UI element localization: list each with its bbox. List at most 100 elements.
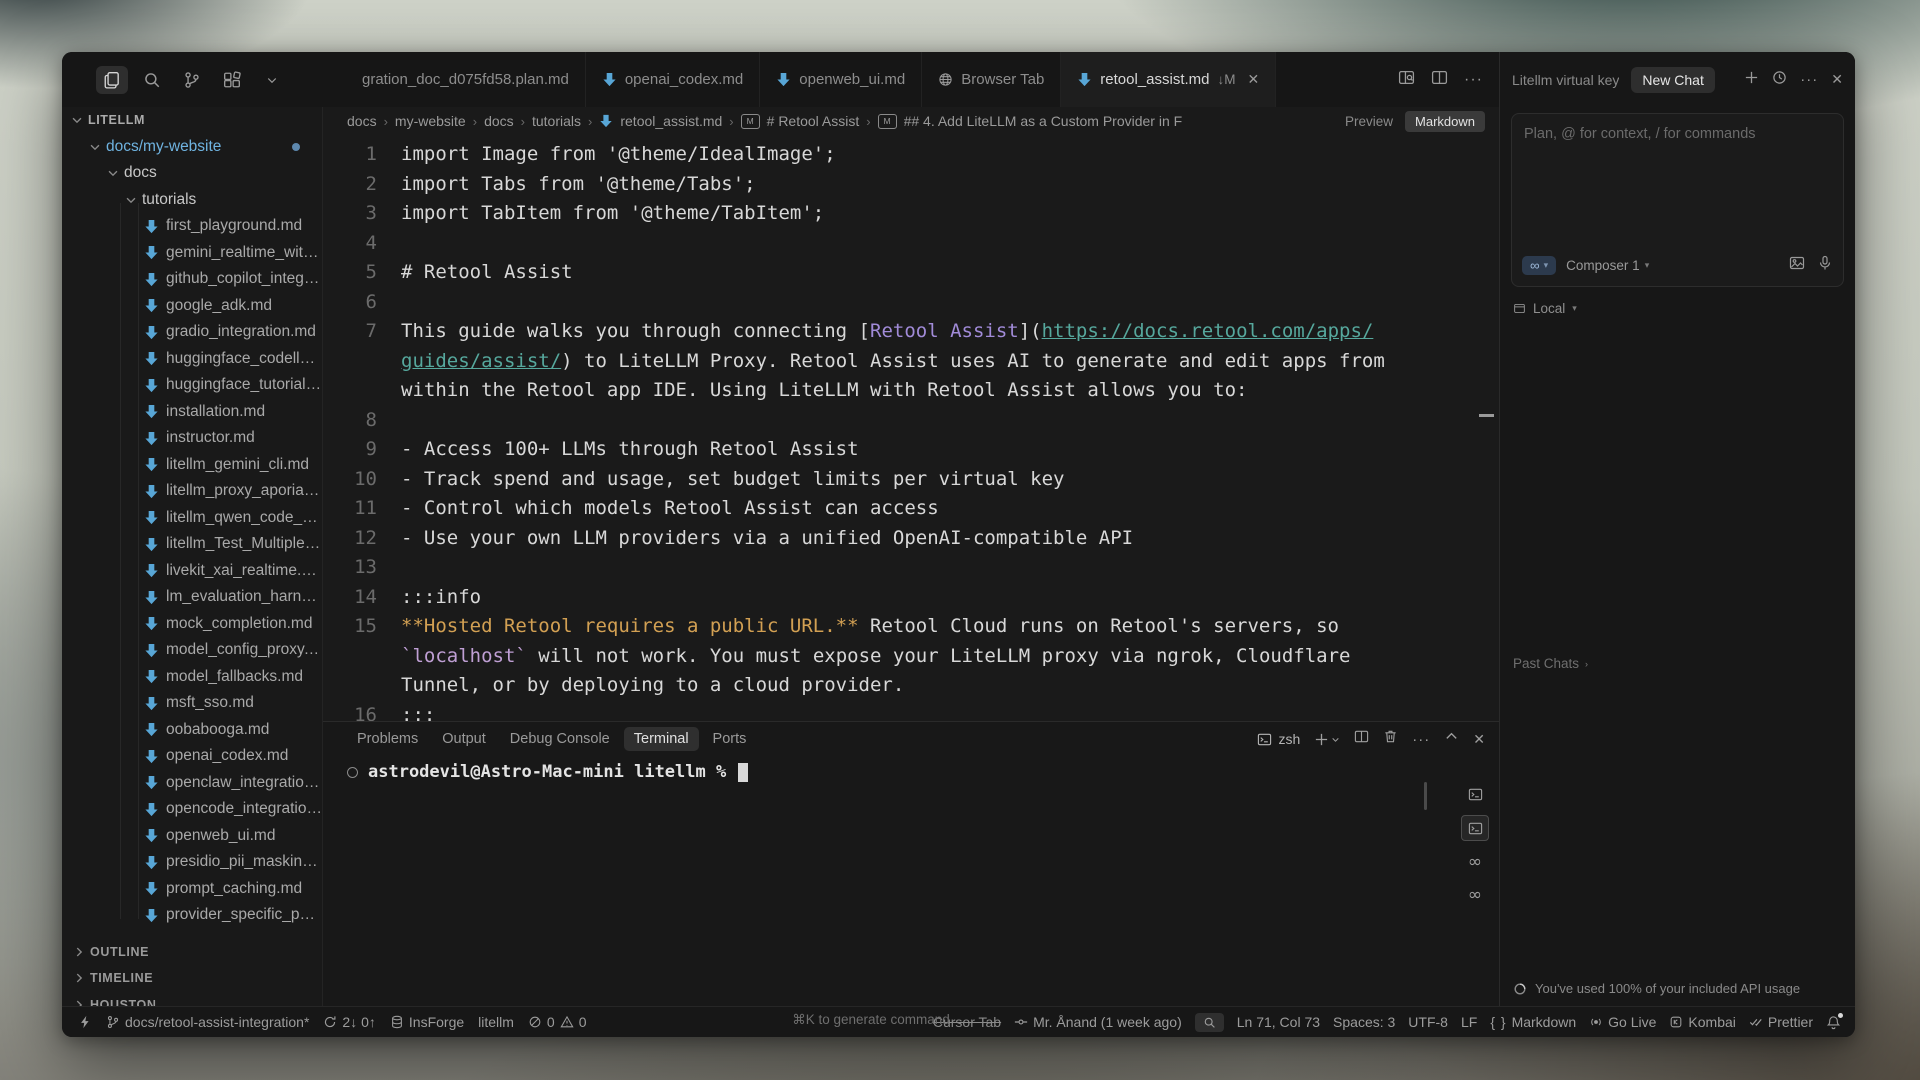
- file-huggingface-codellama-[interactable]: huggingface_codellama...: [62, 346, 322, 373]
- editor-tab-retool-assist-md[interactable]: retool_assist.md↓M✕: [1061, 52, 1276, 107]
- file-litellm-test-multiple-pr-[interactable]: litellm_Test_Multiple_Pr...: [62, 531, 322, 558]
- panel-tab-debug-console[interactable]: Debug Console: [500, 727, 620, 751]
- remote-indicator-icon[interactable]: [78, 1015, 92, 1029]
- file-installation-md[interactable]: installation.md: [62, 399, 322, 426]
- code-line[interactable]: 1import Image from '@theme/IdealImage';: [323, 140, 1499, 170]
- close-panel-icon[interactable]: ✕: [1473, 731, 1485, 748]
- composer-terminal-icon[interactable]: ∞: [1462, 883, 1488, 907]
- breadcrumb-item[interactable]: # Retool Assist: [767, 113, 860, 129]
- shell-indicator[interactable]: zsh: [1257, 731, 1300, 747]
- terminal-body[interactable]: astrodevil@Astro-Mac-mini litellm % ⌘K t…: [323, 756, 1499, 1006]
- editor-tab-browser-tab[interactable]: Browser Tab: [922, 52, 1061, 107]
- code-line[interactable]: 3import TabItem from '@theme/TabItem';: [323, 199, 1499, 229]
- file-msft-sso-md[interactable]: msft_sso.md: [62, 690, 322, 717]
- breadcrumb-item[interactable]: ## 4. Add LiteLLM as a Custom Provider i…: [904, 113, 1183, 129]
- code-line[interactable]: 12- Use your own LLM providers via a uni…: [323, 524, 1499, 554]
- prettier-button[interactable]: Prettier: [1749, 1014, 1813, 1030]
- code-line[interactable]: 15**Hosted Retool requires a public URL.…: [323, 612, 1499, 642]
- editor-tab-gration-doc-d075fd58-plan-md[interactable]: gration_doc_d075fd58.plan.md: [356, 52, 586, 107]
- chevron-down-icon[interactable]: [256, 66, 288, 94]
- panel-tab-ports[interactable]: Ports: [703, 727, 757, 751]
- breadcrumb-item[interactable]: docs: [484, 113, 514, 129]
- code-editor[interactable]: 1import Image from '@theme/IdealImage';2…: [323, 135, 1499, 721]
- file-gemini-realtime-with-a-[interactable]: gemini_realtime_with_a...: [62, 240, 322, 267]
- split-terminal-icon[interactable]: [1354, 729, 1369, 749]
- panel-more-icon[interactable]: ···: [1800, 71, 1818, 88]
- language-mode-indicator[interactable]: { }Markdown: [1490, 1014, 1576, 1030]
- code-line[interactable]: 14:::info: [323, 583, 1499, 613]
- file-openclaw-integration-md[interactable]: openclaw_integration.md: [62, 770, 322, 797]
- file-model-fallbacks-md[interactable]: model_fallbacks.md: [62, 664, 322, 691]
- more-actions-icon[interactable]: ···: [1464, 71, 1483, 89]
- file-provider-specific-para-[interactable]: provider_specific_para...: [62, 902, 322, 929]
- new-terminal-button[interactable]: [1314, 732, 1340, 747]
- chat-history-icon[interactable]: [1772, 70, 1787, 90]
- code-line[interactable]: 7This guide walks you through connecting…: [323, 317, 1499, 347]
- folder-docs-my-website[interactable]: docs/my-website: [62, 134, 322, 161]
- agent-selector[interactable]: Composer 1▾: [1566, 258, 1649, 273]
- terminal-instance-icon[interactable]: [1462, 782, 1488, 806]
- microphone-icon[interactable]: [1817, 255, 1833, 276]
- section-houston[interactable]: HOUSTON: [62, 992, 322, 1007]
- composer-input[interactable]: [1512, 114, 1843, 247]
- breadcrumb-item[interactable]: tutorials: [532, 113, 581, 129]
- code-line[interactable]: within the Retool app IDE. Using LiteLLM…: [323, 376, 1499, 406]
- editor-tab-openai-codex-md[interactable]: openai_codex.md: [586, 52, 760, 107]
- file-google-adk-md[interactable]: google_adk.md: [62, 293, 322, 320]
- code-line[interactable]: 13: [323, 553, 1499, 583]
- maximize-panel-icon[interactable]: [1444, 729, 1459, 749]
- open-preview-icon[interactable]: [1398, 69, 1415, 91]
- code-line[interactable]: 8: [323, 406, 1499, 436]
- explorer-icon[interactable]: [96, 66, 128, 94]
- file-instructor-md[interactable]: instructor.md: [62, 425, 322, 452]
- code-line[interactable]: 10- Track spend and usage, set budget li…: [323, 465, 1499, 495]
- folder-docs[interactable]: docs: [62, 160, 322, 187]
- panel-tab-problems[interactable]: Problems: [347, 727, 428, 751]
- file-oobabooga-md[interactable]: oobabooga.md: [62, 717, 322, 744]
- tab-close-icon[interactable]: ✕: [1248, 71, 1260, 88]
- previous-chat-tab[interactable]: Litellm virtual key: [1512, 72, 1619, 88]
- split-editor-icon[interactable]: [1431, 69, 1448, 91]
- breadcrumb-item[interactable]: docs: [347, 113, 377, 129]
- git-branch-indicator[interactable]: docs/retool-assist-integration*: [106, 1014, 309, 1030]
- file-opencode-integration-md[interactable]: opencode_integration.md: [62, 796, 322, 823]
- file-openweb-ui-md[interactable]: openweb_ui.md: [62, 823, 322, 850]
- add-chat-icon[interactable]: [1744, 70, 1759, 90]
- extensions-icon[interactable]: [216, 66, 248, 94]
- section-timeline[interactable]: TIMELINE: [62, 965, 322, 992]
- breadcrumb-item[interactable]: my-website: [395, 113, 466, 129]
- breadcrumb-item[interactable]: retool_assist.md: [620, 113, 722, 129]
- file-model-config-proxy-md[interactable]: model_config_proxy.md: [62, 637, 322, 664]
- model-mode-selector[interactable]: ∞▾: [1522, 256, 1556, 275]
- editor-tab-openweb-ui-md[interactable]: openweb_ui.md: [760, 52, 922, 107]
- new-chat-tab[interactable]: New Chat: [1631, 67, 1714, 93]
- preview-button[interactable]: Preview: [1345, 114, 1393, 129]
- file-litellm-gemini-cli-md[interactable]: litellm_gemini_cli.md: [62, 452, 322, 479]
- notifications-bell-icon[interactable]: [1826, 1015, 1841, 1030]
- panel-tab-output[interactable]: Output: [432, 727, 496, 751]
- terminal-instance-icon-active[interactable]: [1461, 815, 1489, 841]
- file-litellm-proxy-aporia-md[interactable]: litellm_proxy_aporia.md: [62, 478, 322, 505]
- file-openai-codex-md[interactable]: openai_codex.md: [62, 743, 322, 770]
- code-line[interactable]: 16:::: [323, 701, 1499, 722]
- code-line[interactable]: Tunnel, or by deploying to a cloud provi…: [323, 671, 1499, 701]
- code-line[interactable]: 11- Control which models Retool Assist c…: [323, 494, 1499, 524]
- markdown-mode-button[interactable]: Markdown: [1405, 111, 1485, 132]
- context-selector[interactable]: Local▾: [1513, 301, 1842, 316]
- file-github-copilot-integrati-[interactable]: github_copilot_integrati...: [62, 266, 322, 293]
- panel-close-icon[interactable]: ✕: [1831, 71, 1843, 88]
- go-live-button[interactable]: Go Live: [1589, 1014, 1656, 1030]
- search-icon[interactable]: [136, 66, 168, 94]
- folder-tutorials[interactable]: tutorials: [62, 187, 322, 214]
- terminal-more-icon[interactable]: ···: [1412, 731, 1430, 748]
- code-line[interactable]: 9- Access 100+ LLMs through Retool Assis…: [323, 435, 1499, 465]
- workspace-root[interactable]: LITELLM: [62, 107, 322, 134]
- code-line[interactable]: 6: [323, 288, 1499, 318]
- source-control-icon[interactable]: [176, 66, 208, 94]
- code-line[interactable]: 4: [323, 229, 1499, 259]
- file-litellm-qwen-code-cli-md[interactable]: litellm_qwen_code_cli.md: [62, 505, 322, 532]
- file-mock-completion-md[interactable]: mock_completion.md: [62, 611, 322, 638]
- code-line[interactable]: `localhost` will not work. You must expo…: [323, 642, 1499, 672]
- file-huggingface-tutorial-md[interactable]: huggingface_tutorial.md: [62, 372, 322, 399]
- eol-indicator[interactable]: LF: [1461, 1014, 1477, 1030]
